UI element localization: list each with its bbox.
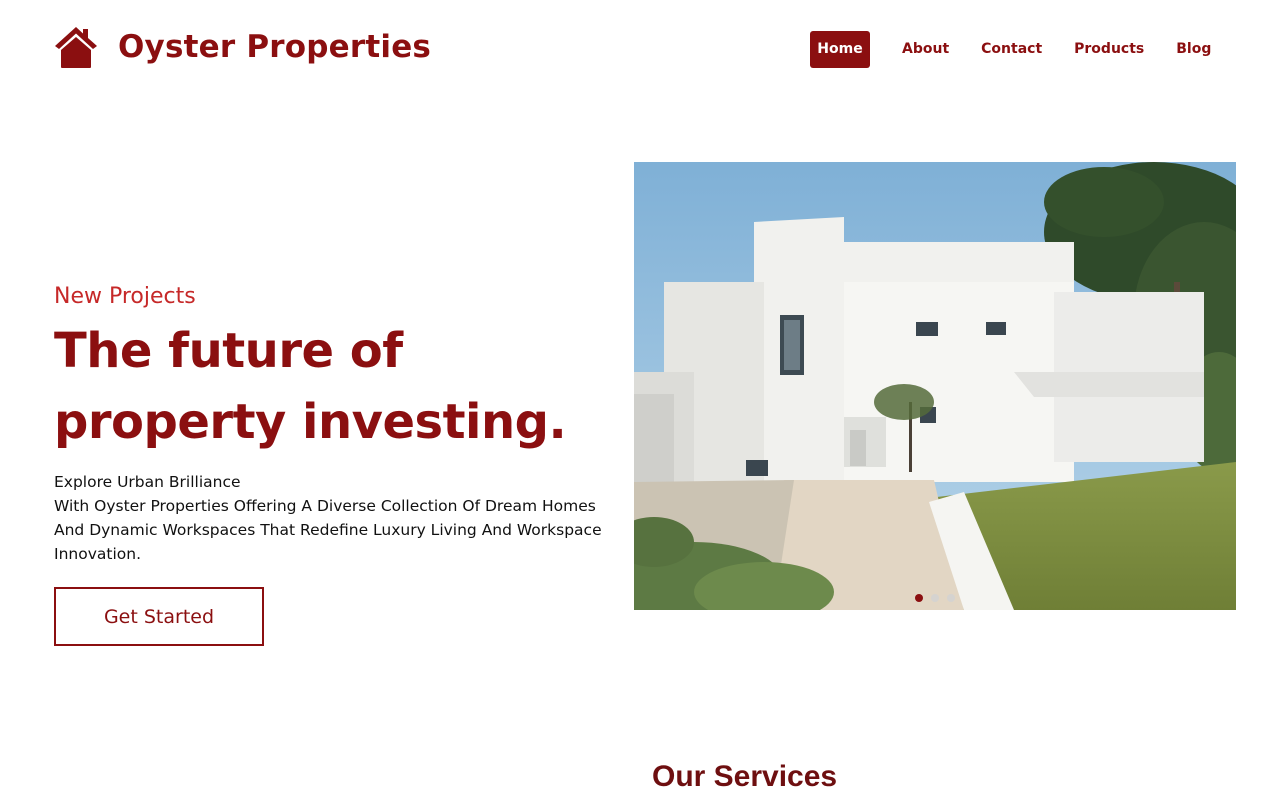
nav-item-products[interactable]: Products <box>1066 31 1152 68</box>
carousel-dot-3[interactable] <box>947 594 955 602</box>
main-nav: Home About Contact Products Blog <box>810 31 1219 68</box>
get-started-button[interactable]: Get Started <box>54 587 264 646</box>
carousel-dots <box>634 594 1236 602</box>
carousel-dot-1[interactable] <box>915 594 923 602</box>
hero-title: The future of property investing. <box>54 323 567 450</box>
house-photo <box>634 162 1236 610</box>
site-header: Oyster Properties Home About Contact Pro… <box>0 0 1280 100</box>
nav-item-home[interactable]: Home <box>810 31 870 68</box>
nav-item-about[interactable]: About <box>894 31 957 68</box>
hero-description: With Oyster Properties Offering A Divers… <box>54 497 602 563</box>
hero-subtitle: Explore Urban Brilliance <box>54 473 241 491</box>
hero-eyebrow: New Projects <box>54 284 196 309</box>
nav-item-contact[interactable]: Contact <box>973 31 1050 68</box>
hero-text: New Projects The future of property inve… <box>54 280 624 566</box>
nav-item-blog[interactable]: Blog <box>1168 31 1219 68</box>
services-title: Our Services <box>652 760 838 793</box>
carousel-dot-2[interactable] <box>931 594 939 602</box>
brand-logo[interactable]: Oyster Properties <box>52 24 431 70</box>
brand-name: Oyster Properties <box>118 29 432 65</box>
house-icon <box>55 27 97 68</box>
hero-carousel[interactable] <box>634 162 1236 610</box>
